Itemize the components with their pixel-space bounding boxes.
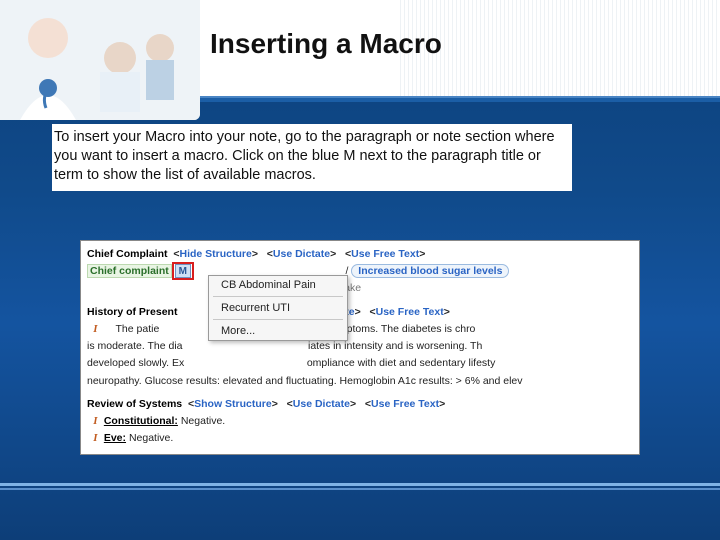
- hpi-text: developed slowly. Ex: [87, 357, 184, 369]
- slide: Inserting a Macro To insert your Macro i…: [0, 0, 720, 540]
- hpi-text: neuropathy. Glucose results: elevated an…: [87, 375, 523, 387]
- hpi-text: The patie: [116, 323, 160, 335]
- cc-option: Include CC from nursing intake: [87, 281, 635, 296]
- header-divider-bold: [200, 98, 720, 102]
- section-title: Review of Systems: [87, 398, 182, 410]
- menu-separator: [213, 296, 343, 297]
- hpi-line: developed slowly. Ex ompliance with diet…: [87, 356, 635, 371]
- use-freetext-link[interactable]: Use Free Text: [371, 398, 439, 410]
- macro-menu-item[interactable]: Recurrent UTI: [209, 299, 347, 317]
- hpi-text: is moderate. The dia: [87, 340, 183, 352]
- cc-value-pill[interactable]: Increased blood sugar levels: [351, 264, 509, 278]
- hpi-line: is moderate. The dia iates in intensity …: [87, 339, 635, 354]
- chief-complaint-row: Chief complaintM / Increased blood sugar…: [87, 264, 635, 279]
- hpi-text: ompliance with diet and sedentary lifest…: [307, 357, 496, 369]
- hpi-text: iates in intensity and is worsening. Th: [308, 340, 482, 352]
- decorative-photo: [0, 0, 200, 120]
- use-dictate-link[interactable]: Use Dictate: [273, 248, 330, 260]
- section-hpi: History of Present <Use Dictate> <Use Fr…: [87, 305, 635, 320]
- macro-menu-item[interactable]: CB Abdominal Pain: [209, 276, 347, 294]
- section-title: Chief Complaint: [87, 248, 168, 260]
- ros-label: Eve:: [104, 432, 126, 444]
- menu-separator: [213, 319, 343, 320]
- macro-m-button[interactable]: M: [175, 264, 191, 278]
- show-structure-link[interactable]: Show Structure: [194, 398, 272, 410]
- info-icon: I: [90, 414, 101, 425]
- header-hatch: [400, 0, 720, 98]
- ros-value: Negative.: [129, 432, 173, 444]
- section-title: History of Present: [87, 306, 177, 318]
- ros-label: Constitutional:: [104, 415, 178, 427]
- footer-divider: [0, 483, 720, 486]
- info-icon: I: [90, 431, 101, 442]
- macro-menu-item[interactable]: More...: [209, 322, 347, 340]
- section-chief-complaint: Chief Complaint <Hide Structure> <Use Di…: [87, 247, 635, 262]
- use-freetext-link[interactable]: Use Free Text: [351, 248, 419, 260]
- use-freetext-link[interactable]: Use Free Text: [376, 306, 444, 318]
- hide-structure-link[interactable]: Hide Structure: [179, 248, 251, 260]
- macro-menu[interactable]: CB Abdominal Pain Recurrent UTI More...: [208, 275, 348, 341]
- section-ros: Review of Systems <Show Structure> <Use …: [87, 397, 635, 412]
- hpi-line: neuropathy. Glucose results: elevated an…: [87, 374, 635, 389]
- use-dictate-link[interactable]: Use Dictate: [293, 398, 350, 410]
- ros-value: Negative.: [181, 415, 225, 427]
- chief-complaint-field[interactable]: Chief complaint: [87, 264, 172, 278]
- note-content: Chief Complaint <Hide Structure> <Use Di…: [81, 241, 639, 454]
- page-title: Inserting a Macro: [210, 28, 442, 60]
- info-icon: I: [90, 322, 101, 333]
- footer-divider-thin: [0, 488, 720, 490]
- instruction-text: To insert your Macro into your note, go …: [52, 124, 572, 191]
- ros-row: I Constitutional: Negative.: [87, 414, 635, 429]
- ros-row: I Eve: Negative.: [87, 431, 635, 446]
- macro-m-highlight: M: [172, 262, 194, 280]
- hpi-line: I The patie diabetes symptoms. The diabe…: [87, 322, 635, 337]
- note-screenshot: Chief Complaint <Hide Structure> <Use Di…: [80, 240, 640, 455]
